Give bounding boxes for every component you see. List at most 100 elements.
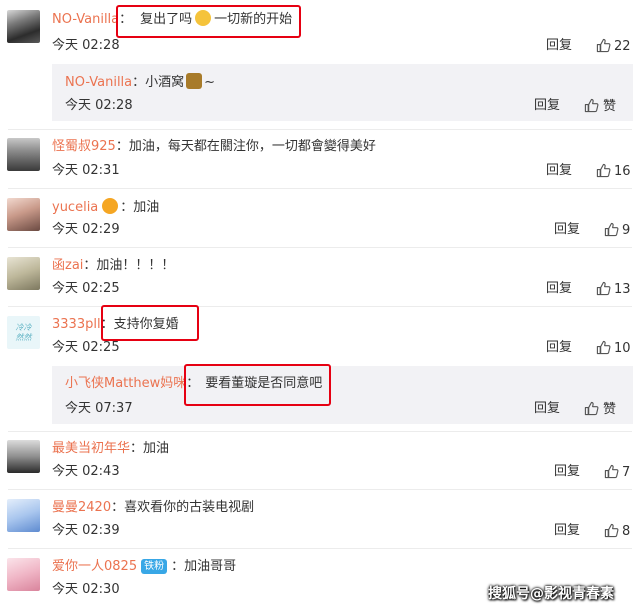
username[interactable]: NO-Vanilla — [65, 75, 132, 90]
colon: ： — [115, 139, 129, 154]
divider — [8, 247, 632, 248]
reply-button[interactable]: 回复 — [554, 222, 580, 238]
comment-line: 爱你一人0825 铁粉 ：加油哥哥 — [52, 558, 236, 576]
colon: ： — [132, 75, 146, 90]
like-count: 22 — [614, 39, 631, 54]
comment-text: 加油，每天都在關注你，一切都會變得美好 — [128, 139, 376, 154]
avatar-text: 冷冷 然然 — [15, 322, 32, 342]
like-count: 16 — [614, 164, 631, 179]
username[interactable]: 怪蜀叔925 — [52, 139, 116, 154]
like-button[interactable]: 8 — [604, 523, 630, 540]
like-button[interactable]: 22 — [596, 38, 631, 55]
colon: ： — [111, 500, 125, 515]
avatar[interactable] — [7, 558, 40, 591]
like-button[interactable]: 16 — [596, 163, 631, 180]
like-button[interactable]: 赞 — [584, 98, 616, 115]
comment-line: 最美当初年华：加油 — [52, 440, 169, 458]
username[interactable]: 曼曼2420 — [52, 500, 111, 515]
thumbs-up-icon — [596, 340, 611, 355]
username[interactable]: 爱你一人0825 — [52, 559, 137, 574]
comment-text: 小酒窝 — [145, 75, 185, 90]
like-count: 赞 — [603, 402, 617, 417]
reply-line: NO-Vanilla：小酒窝 ~ — [65, 73, 215, 92]
timestamp: 今天 02:25 — [52, 340, 120, 355]
like-count: 9 — [622, 223, 631, 238]
thumbs-up-icon — [596, 163, 611, 178]
bee-emoji-icon — [186, 73, 203, 89]
like-count: 赞 — [603, 99, 617, 114]
reply-box: 小飞侠Matthew妈咪： 要看董璇是否同意吧 今天 07:37 回复 赞 — [52, 366, 633, 424]
comment-text: ~ — [204, 75, 216, 90]
heart-eyes-emoji-icon — [102, 198, 119, 214]
timestamp: 今天 07:37 — [65, 401, 133, 416]
timestamp: 今天 02:43 — [52, 464, 120, 479]
avatar[interactable] — [7, 257, 40, 290]
comment-text: 喜欢看你的古装电视剧 — [124, 500, 255, 515]
avatar[interactable]: 冷冷 然然 — [7, 316, 40, 349]
highlight-box — [184, 364, 331, 406]
colon: ： — [83, 258, 97, 273]
timestamp: 今天 02:30 — [52, 582, 120, 597]
like-button[interactable]: 9 — [604, 222, 630, 239]
divider — [8, 548, 632, 549]
username[interactable]: yucelia — [52, 200, 98, 215]
avatar[interactable] — [7, 138, 40, 171]
reply-button[interactable]: 回复 — [546, 163, 572, 179]
divider — [8, 431, 632, 432]
reply-button[interactable]: 回复 — [546, 340, 572, 356]
colon: ： — [171, 559, 185, 574]
comment-line: 函zai：加油！！！！ — [52, 257, 174, 275]
avatar[interactable] — [7, 440, 40, 473]
reply-box: NO-Vanilla：小酒窝 ~ 今天 02:28 回复 赞 — [52, 64, 633, 121]
username[interactable]: NO-Vanilla — [52, 12, 119, 27]
avatar[interactable] — [7, 499, 40, 532]
thumbs-up-icon — [584, 98, 599, 113]
timestamp: 今天 02:39 — [52, 523, 120, 538]
colon: ： — [120, 200, 134, 215]
thumbs-up-icon — [584, 401, 599, 416]
thumbs-up-icon — [604, 464, 619, 479]
divider — [8, 188, 632, 189]
divider — [8, 129, 632, 130]
like-button[interactable]: 10 — [596, 340, 631, 357]
timestamp: 今天 02:28 — [52, 38, 120, 53]
username[interactable]: 函zai — [52, 258, 83, 273]
username[interactable]: 3333pll — [52, 317, 101, 332]
comment-text: 加油 — [143, 441, 170, 456]
like-count: 13 — [614, 282, 631, 297]
comment-text: 加油 — [133, 200, 160, 215]
reply-button[interactable]: 回复 — [554, 523, 580, 539]
comment-text: 加油！！！！ — [96, 258, 175, 273]
comment-line: yucelia ：加油 — [52, 198, 159, 217]
like-count: 7 — [622, 465, 631, 480]
reply-button[interactable]: 回复 — [554, 464, 580, 480]
colon: ： — [130, 441, 144, 456]
like-button[interactable]: 7 — [604, 464, 630, 481]
avatar[interactable] — [7, 198, 40, 231]
username[interactable]: 小飞侠Matthew妈咪 — [65, 376, 186, 391]
like-count: 10 — [614, 341, 631, 356]
reply-button[interactable]: 回复 — [534, 98, 560, 114]
comment-text: 加油哥哥 — [184, 559, 237, 574]
divider — [8, 489, 632, 490]
reply-button[interactable]: 回复 — [546, 38, 572, 54]
reply-button[interactable]: 回复 — [534, 401, 560, 417]
thumbs-up-icon — [604, 523, 619, 538]
timestamp: 今天 02:25 — [52, 281, 120, 296]
highlight-box — [101, 305, 199, 341]
comment-line: 怪蜀叔925：加油，每天都在關注你，一切都會變得美好 — [52, 138, 376, 156]
fan-badge: 铁粉 — [141, 559, 168, 574]
thumbs-up-icon — [596, 38, 611, 53]
timestamp: 今天 02:29 — [52, 222, 120, 237]
like-button[interactable]: 13 — [596, 281, 631, 298]
timestamp: 今天 02:28 — [65, 98, 133, 113]
highlight-box — [116, 5, 301, 38]
username[interactable]: 最美当初年华 — [52, 441, 130, 456]
thumbs-up-icon — [596, 281, 611, 296]
like-count: 8 — [622, 524, 631, 539]
watermark: 搜狐号@影视青春素 — [488, 586, 614, 602]
avatar[interactable] — [7, 10, 40, 43]
reply-button[interactable]: 回复 — [546, 281, 572, 297]
timestamp: 今天 02:31 — [52, 163, 120, 178]
like-button[interactable]: 赞 — [584, 401, 616, 418]
